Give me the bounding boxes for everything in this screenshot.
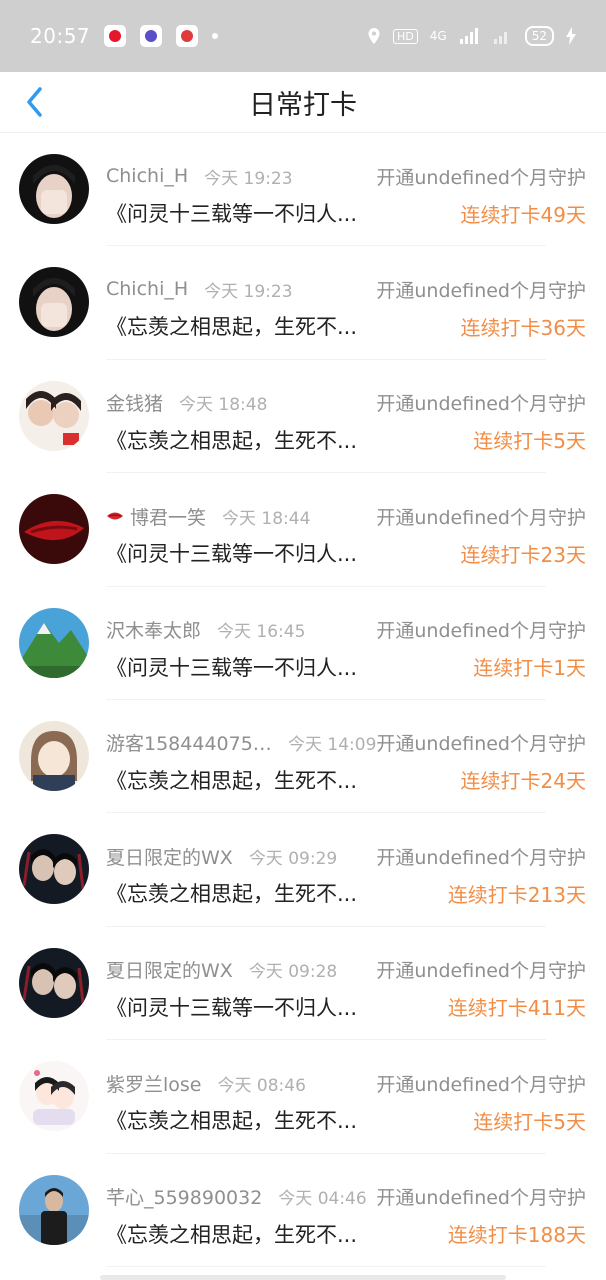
app-notification-icon <box>140 25 163 47</box>
list-item[interactable]: 紫罗兰lose 今天 08:46 开通undefined个月守护 《忘羡之相思起，生… <box>0 1040 606 1154</box>
nav-bar: 日常打卡 <box>0 72 606 133</box>
avatar[interactable] <box>19 720 89 791</box>
list-item[interactable]: 游客15844407500...今天 14:09开通undefined个月守护 … <box>0 700 606 814</box>
streak-count: 连续打卡1天 <box>473 656 586 681</box>
streak-count: 连续打卡213天 <box>447 882 586 907</box>
list-item[interactable]: 沢木奉太郎 今天 16:45 开通undefined个月守护 《问灵十三载等一不归人… <box>0 587 606 701</box>
location-icon <box>368 28 380 44</box>
status-left: 20:57 <box>30 24 219 48</box>
username: 夏日限定的WX <box>106 846 233 869</box>
guard-info: 开通undefined个月守护 <box>376 393 586 416</box>
charging-icon <box>566 27 576 45</box>
checkin-content: 《问灵十三载等一不归人... <box>106 202 358 226</box>
checkin-time: 今天 09:28 <box>248 962 338 983</box>
weibo-icon <box>104 25 127 47</box>
guard-info: 开通undefined个月守护 <box>376 279 586 302</box>
streak-count: 连续打卡23天 <box>460 542 586 567</box>
lips-emoji-icon <box>107 512 123 520</box>
list-item[interactable]: 夏日限定的WX 今天 09:28 开通undefined个月守护 《问灵十三载等一不… <box>0 927 606 1041</box>
checkin-time: 今天 14:09 <box>287 735 377 756</box>
avatar[interactable] <box>19 267 89 338</box>
avatar[interactable] <box>19 607 89 678</box>
streak-count: 连续打卡24天 <box>460 769 586 794</box>
checkin-time: 今天 19:23 <box>204 281 293 302</box>
checkin-content: 《问灵十三载等一不归人... <box>106 995 358 1020</box>
checkin-content: 《问灵十三载等一不归人... <box>106 542 358 567</box>
streak-count: 连续打卡5天 <box>473 1109 586 1134</box>
checkin-content: 《忘羡之相思起，生死不... <box>106 315 358 340</box>
username: 夏日限定的WX <box>106 960 233 983</box>
streak-count: 连续打卡5天 <box>473 429 586 454</box>
list-item[interactable]: Chichi_H 今天 19:23 开通undefined个月守护 《忘羡之相思起，… <box>0 246 606 361</box>
guard-info: 开通undefined个月守护 <box>376 846 586 869</box>
avatar[interactable] <box>19 1061 89 1132</box>
status-bar: 20:57 HD 4G 52 <box>0 0 606 72</box>
checkin-time: 今天 09:29 <box>248 848 338 869</box>
username: 芊心_559890032 <box>106 1187 263 1210</box>
checkin-time: 今天 08:46 <box>217 1075 306 1096</box>
checkin-content: 《忘羡之相思起，生死不... <box>106 1222 358 1247</box>
streak-count: 连续打卡36天 <box>460 315 586 340</box>
username: 博君一笑 <box>130 506 207 529</box>
avatar[interactable] <box>19 834 89 905</box>
checkin-content: 《忘羡之相思起，生死不... <box>106 882 358 907</box>
guard-info: 开通undefined个月守护 <box>376 620 586 643</box>
checkin-content: 《问灵十三载等一不归人... <box>106 655 358 680</box>
signal-icon <box>459 28 478 44</box>
guard-info: 开通undefined个月守护 <box>376 733 586 756</box>
more-notifications-dot <box>212 33 219 39</box>
list-item[interactable]: 金钱猪 今天 18:48 开通undefined个月守护 《忘羡之相思起，生死不..… <box>0 360 606 474</box>
checkin-time: 今天 16:45 <box>217 622 306 643</box>
username: 沢木奉太郎 <box>106 620 202 643</box>
checkin-time: 今天 18:44 <box>222 508 311 529</box>
network-type: 4G <box>429 29 447 43</box>
signal-secondary-icon <box>493 32 507 44</box>
avatar[interactable] <box>19 1174 89 1245</box>
map-pin-app-icon <box>176 25 199 47</box>
horizontal-scrollbar[interactable] <box>100 1275 506 1280</box>
back-button[interactable] <box>18 86 50 118</box>
chevron-left-icon <box>27 87 42 117</box>
checkin-content: 《忘羡之相思起，生死不... <box>106 428 358 453</box>
battery-indicator: 52 <box>524 26 554 46</box>
guard-info: 开通undefined个月守护 <box>376 506 586 529</box>
avatar[interactable] <box>19 494 89 565</box>
list-item[interactable]: 芊心_559890032 今天 04:46 开通undefined个月守护 《忘羡之… <box>0 1154 606 1268</box>
username: Chichi_H <box>106 165 189 187</box>
page-title: 日常打卡 <box>249 89 357 121</box>
guard-info: 开通undefined个月守护 <box>376 1073 586 1096</box>
list-item[interactable]: 博君一笑 今天 18:44 开通undefined个月守护 《问灵十三载等一不归人.… <box>0 473 606 587</box>
streak-count: 连续打卡188天 <box>447 1223 586 1248</box>
username: 游客15844407500... <box>106 733 272 756</box>
hd-badge: HD <box>393 28 418 44</box>
list-item[interactable]: Chichi_H 今天 19:23 开通undefined个月守护 《问灵十三载等一… <box>0 133 606 247</box>
username: 金钱猪 <box>106 393 164 416</box>
username: Chichi_H <box>106 278 189 301</box>
guard-info: 开通undefined个月守护 <box>376 960 586 983</box>
avatar[interactable] <box>19 947 89 1018</box>
status-right: HD 4G 52 <box>367 26 576 46</box>
streak-count: 连续打卡49天 <box>460 202 586 227</box>
checkin-content: 《忘羡之相思起，生死不... <box>106 768 358 793</box>
status-time: 20:57 <box>30 24 91 48</box>
checkin-time: 今天 18:48 <box>179 395 268 416</box>
list-item[interactable]: 夏日限定的WX 今天 09:29 开通undefined个月守护 《忘羡之相思起，生… <box>0 813 606 928</box>
guard-info: 开通undefined个月守护 <box>376 1187 586 1210</box>
username: 紫罗兰lose <box>106 1073 202 1096</box>
checkin-time: 今天 19:23 <box>204 168 293 189</box>
avatar[interactable] <box>19 154 89 224</box>
avatar[interactable] <box>19 380 89 451</box>
guard-info: 开通undefined个月守护 <box>376 166 586 189</box>
checkin-list: Chichi_H 今天 19:23 开通undefined个月守护 《问灵十三载等一… <box>0 133 606 1268</box>
checkin-content: 《忘羡之相思起，生死不... <box>106 1109 358 1134</box>
checkin-time: 今天 04:46 <box>278 1189 367 1210</box>
streak-count: 连续打卡411天 <box>447 996 586 1021</box>
